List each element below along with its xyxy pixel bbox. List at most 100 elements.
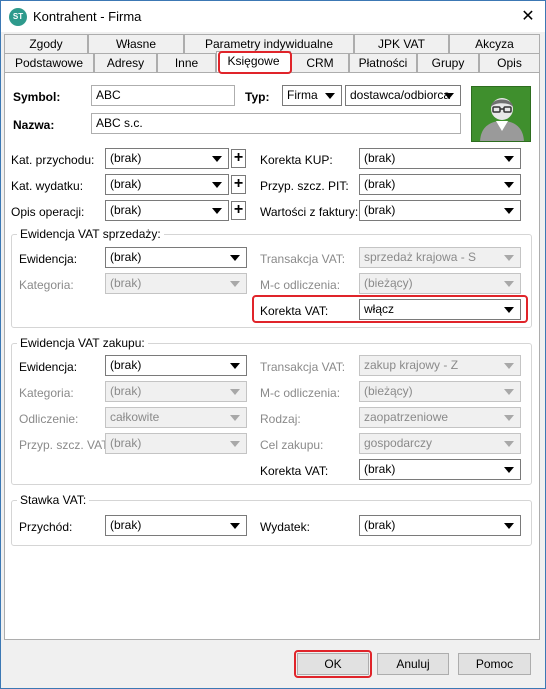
zakup-transakcja-label: Transakcja VAT: bbox=[260, 360, 346, 374]
ewidencja-sprzedazy-title: Ewidencja VAT sprzedaży: bbox=[17, 227, 164, 241]
kat-przychodu-select[interactable]: (brak) bbox=[105, 148, 229, 169]
zakup-rodzaj-label: Rodzaj: bbox=[260, 412, 301, 426]
stawka-przychod-label: Przychód: bbox=[19, 520, 73, 534]
sprzedaz-kategoria-label: Kategoria: bbox=[19, 278, 74, 292]
kat-wydatku-value: (brak) bbox=[110, 177, 142, 191]
zakup-ewidencja-select[interactable]: (brak) bbox=[105, 355, 247, 376]
add-kat-przychodu-button[interactable]: + bbox=[231, 149, 246, 168]
chevron-down-icon bbox=[504, 208, 514, 214]
przyp-pit-select[interactable]: (brak) bbox=[359, 174, 521, 195]
sprzedaz-ewidencja-select[interactable]: (brak) bbox=[105, 247, 247, 268]
stawka-wydatek-label: Wydatek: bbox=[260, 520, 310, 534]
chevron-down-icon bbox=[230, 389, 240, 395]
add-opis-operacji-button[interactable]: + bbox=[231, 201, 246, 220]
stawka-przychod-select[interactable]: (brak) bbox=[105, 515, 247, 536]
tab-opis[interactable]: Opis bbox=[479, 53, 540, 72]
kat-wydatku-label: Kat. wydatku: bbox=[11, 179, 84, 193]
chevron-down-icon bbox=[504, 281, 514, 287]
close-icon[interactable]: ✕ bbox=[511, 1, 545, 32]
chevron-down-icon bbox=[504, 255, 514, 261]
chevron-down-icon bbox=[325, 93, 335, 99]
app-icon: ST bbox=[9, 8, 27, 26]
zakup-korekta-select[interactable]: (brak) bbox=[359, 459, 521, 480]
zakup-rodzaj-select: zaopatrzeniowe bbox=[359, 407, 521, 428]
nazwa-input[interactable]: ABC s.c. bbox=[91, 113, 461, 134]
kat-przychodu-value: (brak) bbox=[110, 151, 142, 165]
kat-przychodu-label: Kat. przychodu: bbox=[11, 153, 95, 167]
zakup-przyp-vat-select: (brak) bbox=[105, 433, 247, 454]
person-glasses-icon bbox=[480, 98, 524, 141]
opis-operacji-label: Opis operacji: bbox=[11, 205, 85, 219]
zakup-cel-value: gospodarczy bbox=[364, 436, 433, 450]
sprzedaz-korekta-label: Korekta VAT: bbox=[260, 304, 329, 318]
sprzedaz-korekta-select[interactable]: włącz bbox=[359, 299, 521, 320]
chevron-down-icon bbox=[504, 523, 514, 529]
chevron-down-icon bbox=[230, 441, 240, 447]
chevron-down-icon bbox=[230, 281, 240, 287]
korekta-kup-select[interactable]: (brak) bbox=[359, 148, 521, 169]
wartosci-value: (brak) bbox=[364, 203, 396, 217]
contact-avatar-icon[interactable] bbox=[471, 86, 531, 142]
tab-crm[interactable]: CRM bbox=[291, 53, 349, 72]
stawka-vat-title: Stawka VAT: bbox=[17, 493, 90, 507]
typ2-select[interactable]: dostawca/odbiorca bbox=[345, 85, 461, 106]
sprzedaz-ewidencja-label: Ewidencja: bbox=[19, 252, 78, 266]
dialog-window: ST Kontrahent - Firma ✕ Zgody Własne Par… bbox=[0, 0, 546, 689]
tab-jpk-vat[interactable]: JPK VAT bbox=[354, 34, 449, 53]
tab-zgody[interactable]: Zgody bbox=[4, 34, 88, 53]
chevron-down-icon bbox=[504, 156, 514, 162]
chevron-down-icon bbox=[504, 441, 514, 447]
anuluj-button[interactable]: Anuluj bbox=[377, 653, 449, 675]
sprzedaz-mc-value: (bieżący) bbox=[364, 276, 413, 290]
zakup-korekta-label: Korekta VAT: bbox=[260, 464, 329, 478]
zakup-mc-label: M-c odliczenia: bbox=[260, 386, 341, 400]
sprzedaz-transakcja-label: Transakcja VAT: bbox=[260, 252, 346, 266]
zakup-ewidencja-label: Ewidencja: bbox=[19, 360, 78, 374]
sprzedaz-transakcja-select: sprzedaż krajowa - S bbox=[359, 247, 521, 268]
tab-podstawowe[interactable]: Podstawowe bbox=[4, 53, 94, 72]
tab-inne[interactable]: Inne bbox=[157, 53, 216, 72]
sprzedaz-ewidencja-value: (brak) bbox=[110, 250, 142, 264]
zakup-cel-select: gospodarczy bbox=[359, 433, 521, 454]
chevron-down-icon bbox=[504, 415, 514, 421]
ok-button[interactable]: OK bbox=[297, 653, 369, 675]
zakup-ewidencja-value: (brak) bbox=[110, 358, 142, 372]
typ-select-value: Firma bbox=[287, 88, 318, 102]
tab-platnosci[interactable]: Płatności bbox=[349, 53, 417, 72]
tab-wlasne[interactable]: Własne bbox=[88, 34, 184, 53]
wartosci-select[interactable]: (brak) bbox=[359, 200, 521, 221]
stawka-przychod-value: (brak) bbox=[110, 518, 142, 532]
chevron-down-icon bbox=[504, 182, 514, 188]
nazwa-label: Nazwa: bbox=[13, 118, 55, 132]
zakup-kategoria-label: Kategoria: bbox=[19, 386, 74, 400]
sprzedaz-mc-label: M-c odliczenia: bbox=[260, 278, 341, 292]
ewidencja-zakupu-title: Ewidencja VAT zakupu: bbox=[17, 336, 148, 350]
add-kat-wydatku-button[interactable]: + bbox=[231, 175, 246, 194]
przyp-pit-label: Przyp. szcz. PIT: bbox=[260, 179, 349, 193]
chevron-down-icon bbox=[212, 182, 222, 188]
wartosci-label: Wartości z faktury: bbox=[260, 205, 359, 219]
stawka-wydatek-select[interactable]: (brak) bbox=[359, 515, 521, 536]
sprzedaz-transakcja-value: sprzedaż krajowa - S bbox=[364, 250, 477, 264]
zakup-transakcja-select: zakup krajowy - Z bbox=[359, 355, 521, 376]
chevron-down-icon bbox=[504, 363, 514, 369]
kat-wydatku-select[interactable]: (brak) bbox=[105, 174, 229, 195]
pomoc-button[interactable]: Pomoc bbox=[458, 653, 531, 675]
symbol-input[interactable]: ABC bbox=[91, 85, 235, 106]
typ-select[interactable]: Firma bbox=[282, 85, 342, 106]
typ2-select-value: dostawca/odbiorca bbox=[350, 88, 451, 102]
przyp-pit-value: (brak) bbox=[364, 177, 396, 191]
tab-akcyza[interactable]: Akcyza bbox=[449, 34, 540, 53]
symbol-label: Symbol: bbox=[13, 90, 61, 104]
sprzedaz-kategoria-select: (brak) bbox=[105, 273, 247, 294]
zakup-transakcja-value: zakup krajowy - Z bbox=[364, 358, 459, 372]
chevron-down-icon bbox=[212, 208, 222, 214]
chevron-down-icon bbox=[230, 523, 240, 529]
opis-operacji-select[interactable]: (brak) bbox=[105, 200, 229, 221]
zakup-kategoria-value: (brak) bbox=[110, 384, 142, 398]
chevron-down-icon bbox=[504, 389, 514, 395]
tab-ksiegowe[interactable]: Księgowe bbox=[216, 51, 291, 72]
zakup-odliczenie-value: całkowite bbox=[110, 410, 160, 424]
tab-adresy[interactable]: Adresy bbox=[94, 53, 157, 72]
tab-grupy[interactable]: Grupy bbox=[417, 53, 479, 72]
